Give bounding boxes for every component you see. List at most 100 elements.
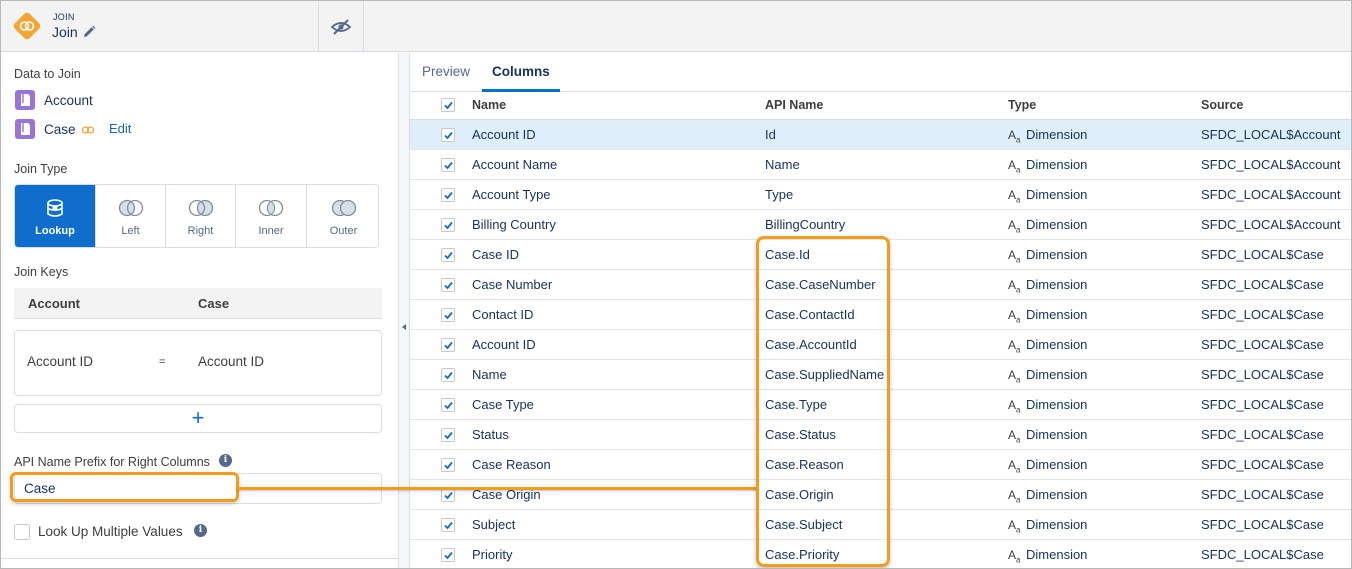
cell-name: Account ID	[472, 337, 536, 352]
column-header-name[interactable]: Name	[472, 98, 506, 112]
table-row[interactable]: Priority Case.Priority Aa Dimension SFDC_LOC…	[410, 540, 1351, 568]
column-header-type[interactable]: Type	[1008, 98, 1036, 112]
table-row[interactable]: Case Number Case.CaseNumber Aa Dimension SFD…	[410, 270, 1351, 300]
column-header-api-name[interactable]: API Name	[765, 98, 823, 112]
cell-source: SFDC_LOCAL$Case	[1201, 247, 1324, 262]
tab-columns[interactable]: Columns	[492, 64, 550, 79]
row-checkbox[interactable]	[441, 368, 455, 382]
add-join-key-button[interactable]: +	[14, 404, 382, 433]
cell-type: Dimension	[1026, 517, 1088, 532]
select-all-checkbox[interactable]	[441, 98, 455, 112]
cell-type: Dimension	[1026, 427, 1088, 442]
join-keys-header: Account Case	[14, 288, 382, 319]
join-type-label-lookup: Lookup	[35, 225, 75, 237]
cell-name: Priority	[472, 547, 513, 562]
table-row[interactable]: Billing Country BillingCountry Aa Dimension…	[410, 210, 1351, 240]
join-type-inner-button[interactable]: Inner	[236, 185, 307, 247]
cell-name: Case Number	[472, 277, 553, 292]
collapse-arrow-icon[interactable]	[402, 324, 406, 330]
plus-icon: +	[191, 405, 205, 430]
data-to-join-label: Data to Join	[14, 67, 81, 81]
join-type-right-button[interactable]: Right	[166, 185, 236, 247]
table-row[interactable]: Account ID Id Aa Dimension SFDC_LOCAL$Accoun…	[410, 120, 1351, 150]
row-checkbox[interactable]	[441, 338, 455, 352]
cell-api-name: Case.Reason	[765, 457, 844, 472]
cell-name: Contact ID	[472, 307, 534, 322]
join-type-label-outer: Outer	[329, 225, 358, 237]
divider	[1, 558, 398, 559]
cell-api-name: BillingCountry	[765, 217, 846, 232]
prefix-label: API Name Prefix for Right Columns	[14, 455, 210, 469]
check-icon	[444, 161, 453, 170]
column-header-source[interactable]: Source	[1201, 98, 1243, 112]
key-operator: =	[159, 356, 166, 368]
edit-dataset-link[interactable]: Edit	[109, 121, 131, 136]
info-icon[interactable]: i	[194, 524, 207, 537]
check-icon	[444, 431, 453, 440]
cell-name: Account ID	[472, 127, 536, 142]
cell-type: Dimension	[1026, 397, 1088, 412]
lookup-multiple-checkbox[interactable]	[14, 524, 30, 540]
table-row[interactable]: Contact ID Case.ContactId Aa Dimension SFDC_…	[410, 300, 1351, 330]
row-checkbox[interactable]	[441, 248, 455, 262]
table-row[interactable]: Status Case.Status Aa Dimension SFDC_LOCAL$C…	[410, 420, 1351, 450]
table-row[interactable]: Name Case.SuppliedName Aa Dimension SFDC_LOC…	[410, 360, 1351, 390]
outer-join-icon	[331, 199, 356, 217]
node-title[interactable]: Join	[52, 24, 78, 40]
table-row[interactable]: Case Reason Case.Reason Aa Dimension SFDC_LO…	[410, 450, 1351, 480]
cell-source: SFDC_LOCAL$Case	[1201, 277, 1324, 292]
info-icon[interactable]: i	[219, 454, 232, 467]
row-checkbox[interactable]	[441, 128, 455, 142]
table-row[interactable]: Case Origin Case.Origin Aa Dimension SFDC_LO…	[410, 480, 1351, 510]
pencil-icon[interactable]	[82, 25, 96, 39]
row-checkbox[interactable]	[441, 188, 455, 202]
cell-api-name: Case.Status	[765, 427, 836, 442]
cell-api-name: Case.ContactId	[765, 307, 855, 322]
row-checkbox[interactable]	[441, 158, 455, 172]
join-key-pair[interactable]: Account ID = Account ID	[14, 330, 382, 396]
row-checkbox[interactable]	[441, 218, 455, 232]
left-key-field[interactable]: Account ID	[27, 354, 93, 369]
panel-splitter[interactable]	[398, 53, 410, 568]
row-checkbox[interactable]	[441, 308, 455, 322]
right-key-field[interactable]: Account ID	[198, 354, 264, 369]
table-row[interactable]: Case ID Case.Id Aa Dimension SFDC_LOCAL$Case	[410, 240, 1351, 270]
header-divider	[318, 1, 319, 52]
cell-name: Subject	[472, 517, 516, 532]
row-checkbox[interactable]	[441, 488, 455, 502]
inner-join-icon	[258, 199, 284, 217]
join-link-icon	[81, 126, 95, 134]
text-type-icon: Aa	[1008, 278, 1021, 295]
lookup-icon	[47, 199, 63, 217]
cell-name: Case ID	[472, 247, 519, 262]
cell-name: Billing Country	[472, 217, 556, 232]
cell-source: SFDC_LOCAL$Case	[1201, 397, 1324, 412]
cell-api-name: Case.SuppliedName	[765, 367, 885, 382]
text-type-icon: Aa	[1008, 428, 1021, 445]
cell-type: Dimension	[1026, 217, 1088, 232]
hide-icon[interactable]	[330, 18, 352, 36]
table-row[interactable]: Account Type Type Aa Dimension SFDC_LOCAL$Ac…	[410, 180, 1351, 210]
table-row[interactable]: Subject Case.Subject Aa Dimension SFDC_LOCAL…	[410, 510, 1351, 540]
row-checkbox[interactable]	[441, 458, 455, 472]
row-checkbox[interactable]	[441, 428, 455, 442]
tab-preview[interactable]: Preview	[422, 64, 470, 79]
cell-type: Dimension	[1026, 457, 1088, 472]
table-row[interactable]: Case Type Case.Type Aa Dimension SFDC_LOCAL$…	[410, 390, 1351, 420]
check-icon	[444, 401, 453, 410]
join-type-left-button[interactable]: Left	[96, 185, 166, 247]
table-row[interactable]: Account Name Name Aa Dimension SFDC_LOCAL$Ac…	[410, 150, 1351, 180]
check-icon	[444, 341, 453, 350]
row-checkbox[interactable]	[441, 398, 455, 412]
check-icon	[444, 551, 453, 560]
check-icon	[444, 101, 453, 110]
text-type-icon: Aa	[1008, 368, 1021, 385]
cell-api-name: Id	[765, 127, 776, 142]
join-type-lookup-button[interactable]: Lookup	[15, 185, 96, 247]
join-type-outer-button[interactable]: Outer	[307, 185, 378, 247]
row-checkbox[interactable]	[441, 548, 455, 562]
row-checkbox[interactable]	[441, 278, 455, 292]
table-row[interactable]: Account ID Case.AccountId Aa Dimension SFDC_…	[410, 330, 1351, 360]
join-keys-label: Join Keys	[14, 265, 69, 279]
row-checkbox[interactable]	[441, 518, 455, 532]
